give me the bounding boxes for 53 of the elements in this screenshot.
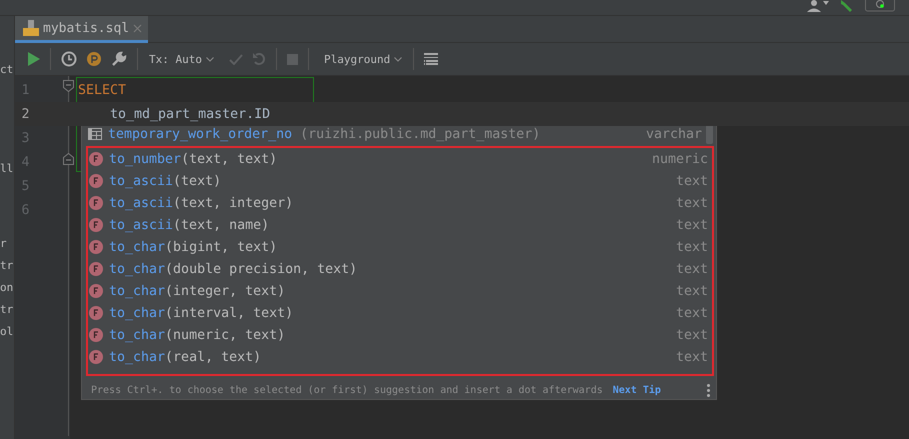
panel-text: ll [0, 162, 14, 175]
code-text: to_md_part_master.ID [109, 106, 270, 122]
session-dropdown[interactable]: Playground [324, 52, 402, 66]
panel-text: ct [0, 63, 14, 76]
more-icon[interactable] [707, 384, 710, 396]
suggestion-item[interactable]: temporary_work_order_no (ruizhi.public.md_part_master) varchar [82, 123, 716, 145]
suggestion-item[interactable]: to_ascii(text) text [88, 170, 712, 192]
hammer-icon[interactable] [839, 0, 855, 12]
suggestion-item[interactable]: to_ascii(text, name) text [88, 214, 712, 236]
function-icon [89, 262, 103, 276]
panel-text: tr [0, 303, 14, 316]
suggestion-item[interactable]: to_char(integer, text) text [88, 280, 712, 302]
suggestion-item[interactable]: to_char(numeric, text) text [88, 324, 712, 346]
panel-text: on [0, 281, 14, 294]
suggestion-item[interactable]: to_char(double precision, text) text [88, 258, 712, 280]
widget-icon[interactable] [865, 0, 895, 12]
function-icon [89, 218, 103, 232]
function-icon [89, 350, 103, 364]
code-text: SELECT [78, 82, 126, 98]
suggestion-item[interactable]: to_char(interval, text) text [88, 302, 712, 324]
transaction-dropdown[interactable]: Tx: Auto [149, 52, 214, 66]
function-icon [89, 284, 103, 298]
table-icon[interactable] [424, 52, 438, 66]
hint-text: Press Ctrl+. to choose the selected (or first) suggestion and insert a dot afterwards [91, 384, 603, 396]
history-icon[interactable] [61, 51, 77, 67]
next-tip-link[interactable]: Next Tip [612, 384, 661, 396]
chevron-icon [206, 56, 214, 62]
run-icon[interactable] [28, 52, 40, 66]
p-circle-icon[interactable] [86, 51, 102, 67]
wrench-icon[interactable] [111, 51, 127, 67]
column-icon [88, 128, 102, 140]
suggestion-item[interactable]: to_number(text, text) numeric [88, 148, 712, 170]
line-number: 2 [20, 106, 30, 122]
panel-text: ol [0, 325, 14, 338]
fold-icon[interactable] [63, 153, 74, 165]
panel-text: tr [0, 259, 14, 272]
chevron-icon [394, 56, 402, 62]
function-icon [89, 152, 103, 166]
function-icon [89, 196, 103, 210]
function-icon [89, 174, 103, 188]
check-icon[interactable] [228, 54, 243, 64]
function-icon [89, 240, 103, 254]
panel-text: r [0, 237, 7, 250]
suggestion-item[interactable]: to_ascii(text, integer) text [88, 192, 712, 214]
scrollbar-thumb[interactable] [706, 124, 713, 144]
fold-icon[interactable] [63, 80, 74, 92]
function-icon [89, 306, 103, 320]
user-icon[interactable] [805, 0, 829, 12]
suggestion-item[interactable]: to_char(bigint, text) text [88, 236, 712, 258]
file-tab[interactable]: mybatis.sql [15, 16, 148, 43]
function-icon [89, 328, 103, 342]
sql-file-icon [23, 20, 39, 36]
suggestion-item[interactable]: to_char(real, text) text [88, 346, 712, 368]
